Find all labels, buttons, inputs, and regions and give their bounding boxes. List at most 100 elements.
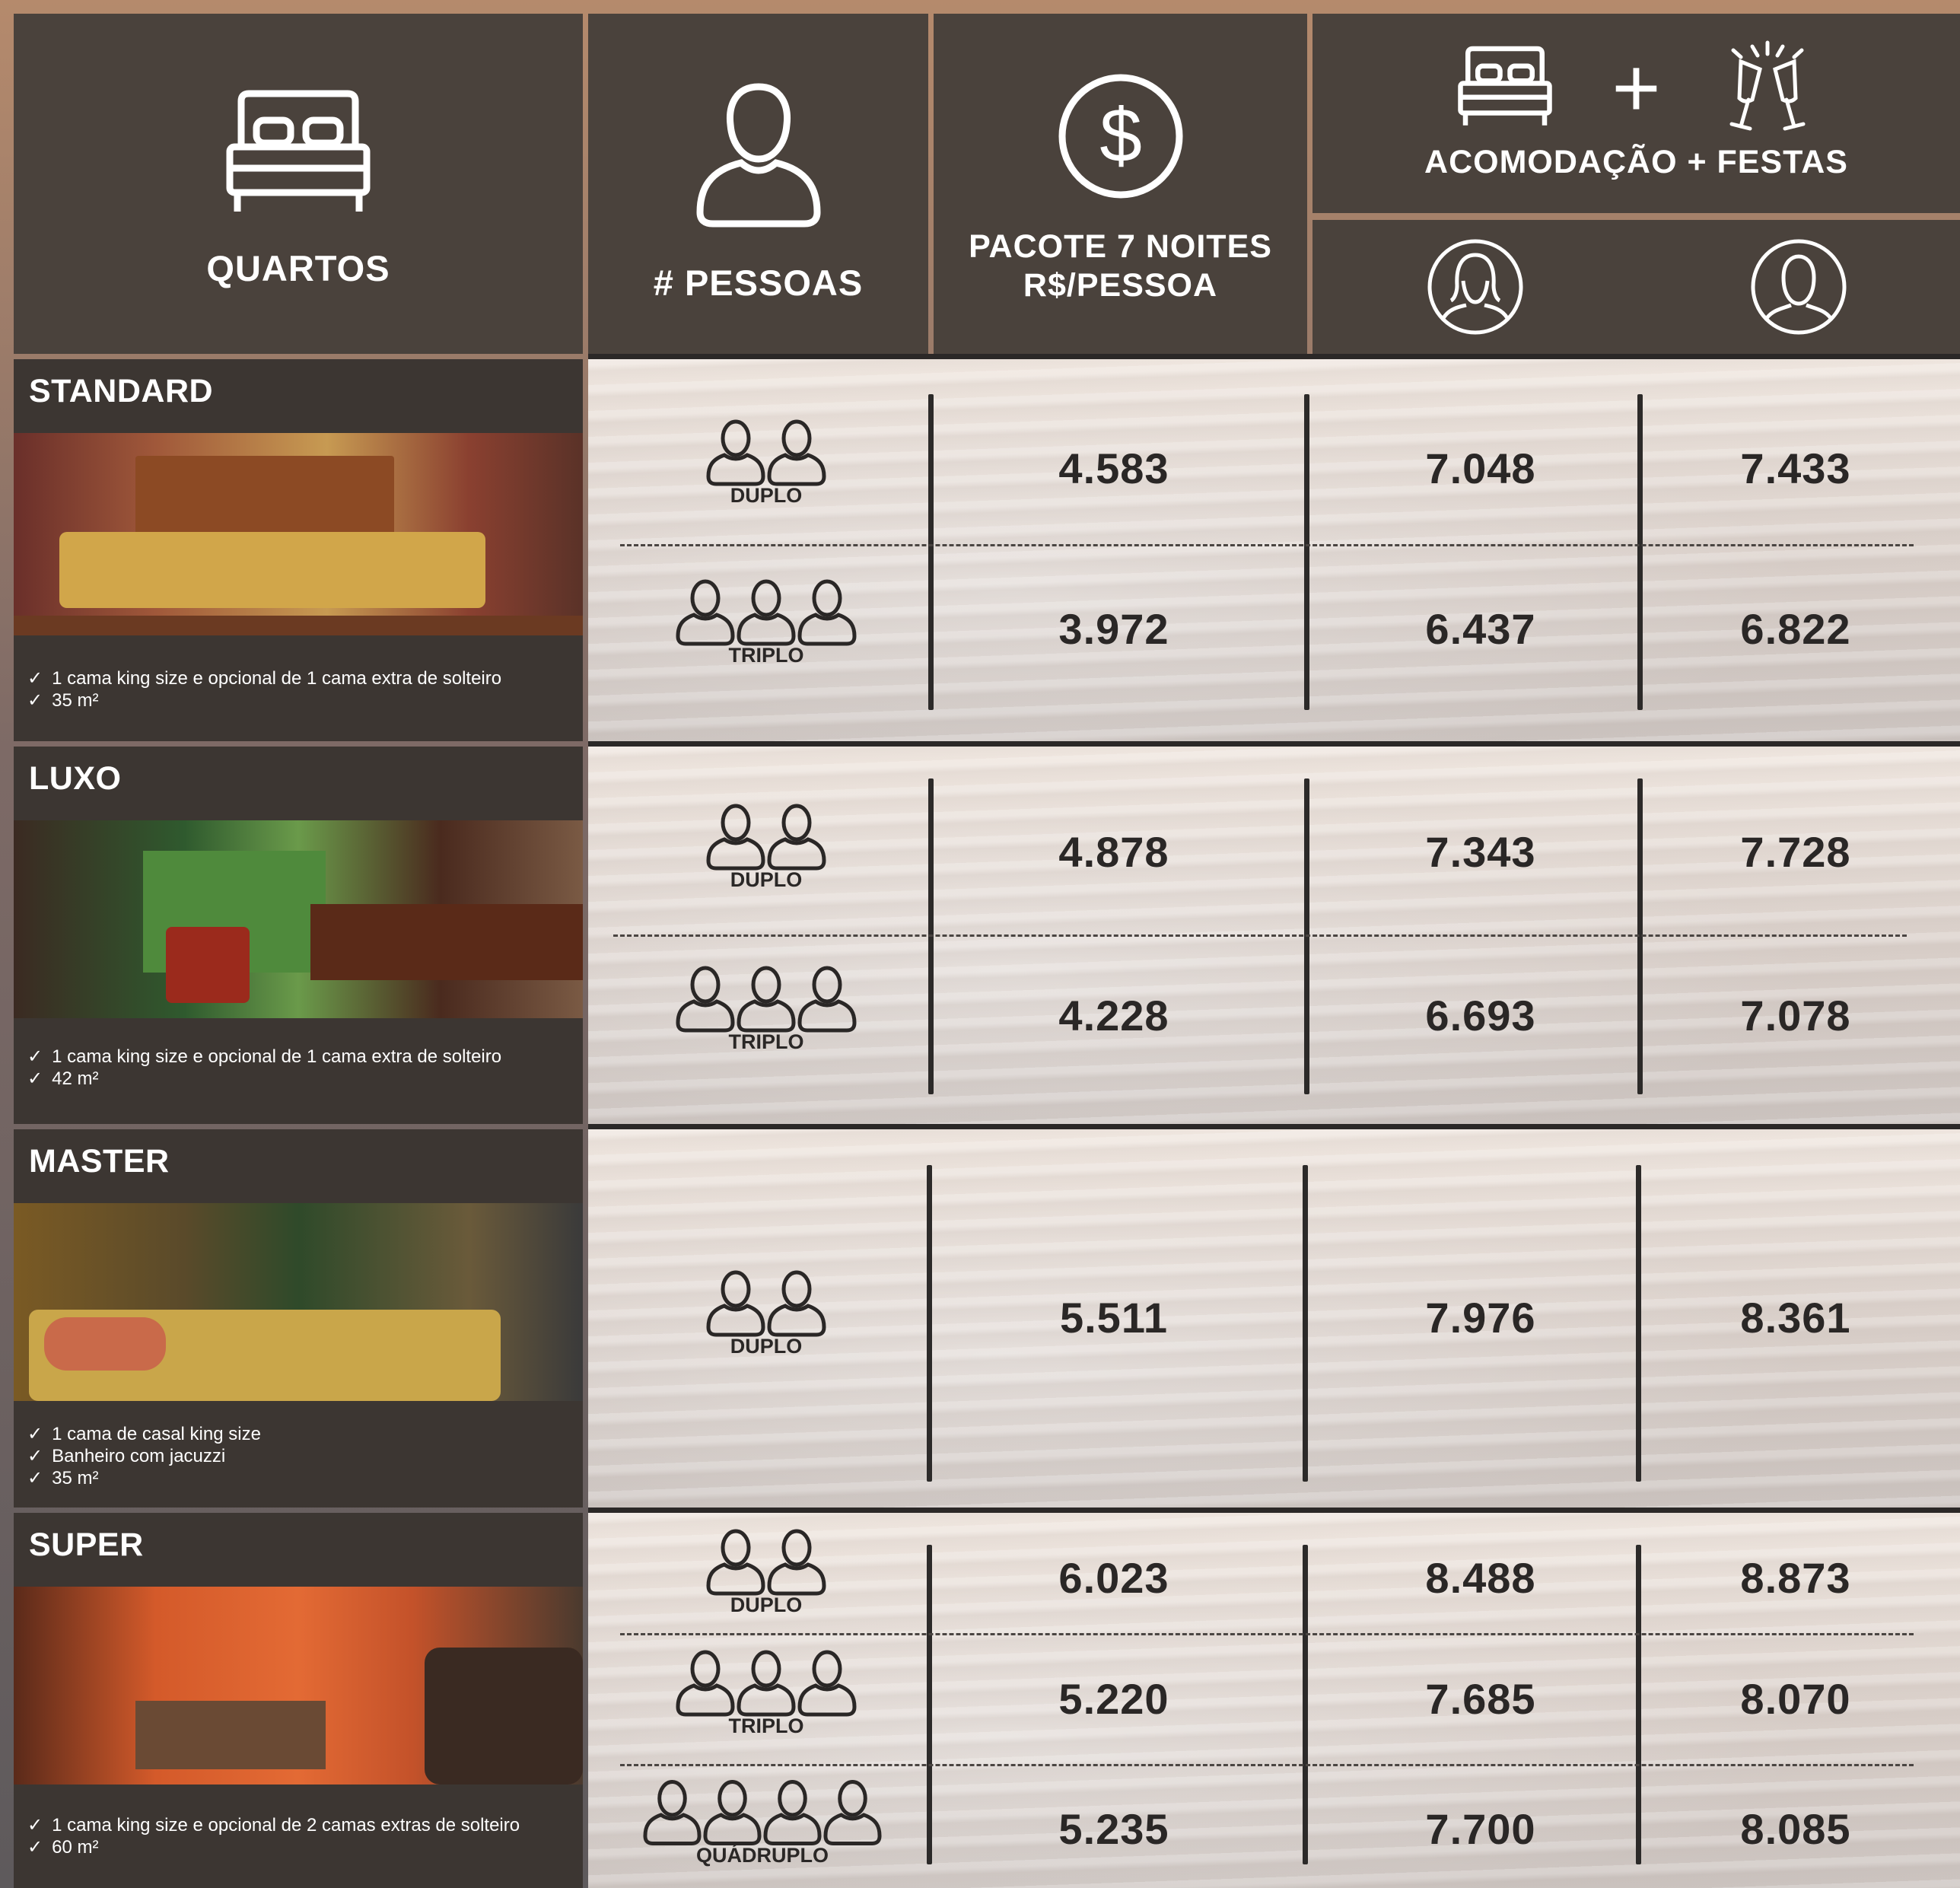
price-female: 7.976 [1425,1294,1536,1342]
room-card-luxo: LUXO 1 cama king size e opcional de 1 ca… [14,747,583,1124]
column-separator [1303,1545,1308,1864]
header-pacote: $ PACOTE 7 NOITES R$/PESSOA [934,14,1307,354]
occupancy-label: TRIPLO [728,1714,804,1737]
price-pacote: 6.023 [1058,1554,1169,1602]
room-photo-super [14,1587,583,1785]
occupancy-duplo: DUPLO [652,1269,880,1358]
room-card-super: SUPER 1 cama king size e opcional de 2 c… [14,1513,583,1888]
person-outline-icon [675,1649,858,1718]
price-female: 6.437 [1425,605,1536,653]
header-female [1312,220,1637,354]
occupancy-duplo: DUPLO [652,419,880,508]
header-pacote-line1: PACOTE 7 NOITES [969,228,1272,265]
header-acomodacao: + ACOMODAÇÃO + FESTAS [1312,14,1960,213]
price-female: 7.048 [1425,444,1536,492]
price-pacote: 4.878 [1058,828,1169,876]
column-separator [1303,1165,1308,1482]
room-photo-luxo [14,820,583,1018]
room-feature: 60 m² [27,1836,520,1858]
price-male: 7.728 [1740,828,1851,876]
room-feature: 35 m² [27,689,501,712]
price-female: 7.343 [1425,828,1536,876]
plus-icon: + [1612,40,1661,135]
occupancy-quadruplo: QUÁDRUPLO [641,1778,884,1867]
occupancy-label: TRIPLO [728,1030,804,1053]
room-name-master: MASTER [29,1143,170,1180]
price-male: 8.873 [1740,1554,1851,1602]
person-outline-icon [675,965,858,1033]
occupancy-label: DUPLO [730,868,803,891]
column-separator [1636,1545,1641,1864]
occupancy-triplo: TRIPLO [652,1649,880,1738]
price-pacote: 4.228 [1058,992,1169,1040]
occupancy-triplo: TRIPLO [652,965,880,1054]
row-dashed-divider [620,1764,1914,1766]
room-photo-master [14,1203,583,1401]
champagne-toast-icon [1729,40,1806,130]
price-female: 8.488 [1425,1554,1536,1602]
room-feature: 1 cama king size e opcional de 1 cama ex… [27,667,501,689]
room-name-standard: STANDARD [29,373,214,409]
header-pessoas: # PESSOAS [588,14,928,354]
header-quartos: QUARTOS [14,14,583,354]
header-pessoas-label: # PESSOAS [653,263,864,303]
occupancy-label: QUÁDRUPLO [696,1844,829,1867]
pricing-table: QUARTOS # PESSOAS $ PACOTE 7 NOITES R$/P… [0,0,1960,1888]
room-name-super: SUPER [29,1527,144,1563]
row-divider [588,1124,1960,1129]
room-features-master: 1 cama de casal king size Banheiro com j… [27,1423,261,1489]
price-female: 6.693 [1425,992,1536,1040]
room-card-standard: STANDARD 1 cama king size e opcional de … [14,359,583,741]
room-feature: 1 cama de casal king size [27,1423,261,1445]
row-divider [588,741,1960,747]
person-outline-icon [705,1269,827,1338]
price-male: 7.078 [1740,992,1851,1040]
room-feature: 42 m² [27,1068,501,1090]
bed-icon [1458,46,1553,126]
price-female: 7.700 [1425,1805,1536,1853]
price-band-standard [588,359,1960,741]
row-dashed-divider [620,544,1914,546]
person-outline-icon [642,1778,883,1847]
header-male [1637,220,1960,354]
occupancy-label: TRIPLO [728,644,804,667]
column-separator [927,1545,932,1864]
price-pacote: 5.235 [1058,1805,1169,1853]
dollar-coin-icon: $ [1058,74,1182,198]
occupancy-label: DUPLO [730,484,803,507]
price-male: 8.085 [1740,1805,1851,1853]
column-separator [1636,1165,1641,1482]
header-divider [588,354,1960,359]
person-outline-icon [705,1528,827,1597]
person-outline-icon [705,803,827,871]
price-pacote: 4.583 [1058,444,1169,492]
row-dashed-divider [620,1633,1914,1635]
occupancy-label: DUPLO [730,1593,803,1616]
female-avatar-icon [1427,239,1522,335]
room-name-luxo: LUXO [29,760,122,797]
column-separator [928,394,934,710]
price-pacote: 3.972 [1058,605,1169,653]
room-features-luxo: 1 cama king size e opcional de 1 cama ex… [27,1046,501,1090]
header-pacote-line2: R$/PESSOA [1023,266,1218,304]
svg-text:$: $ [1099,93,1142,178]
room-feature: Banheiro com jacuzzi [27,1445,261,1467]
column-separator [1637,394,1643,710]
price-pacote: 5.220 [1058,1675,1169,1723]
occupancy-duplo: DUPLO [652,803,880,892]
room-card-master: MASTER 1 cama de casal king size Banheir… [14,1129,583,1508]
price-male: 6.822 [1740,605,1851,653]
price-pacote: 5.511 [1059,1294,1169,1342]
room-features-standard: 1 cama king size e opcional de 1 cama ex… [27,667,501,712]
occupancy-triplo: TRIPLO [652,578,880,667]
person-icon [695,83,821,228]
header-acomodacao-label: ACOMODAÇÃO + FESTAS [1424,143,1848,180]
column-separator [1304,394,1309,710]
row-dashed-divider [613,934,1907,937]
price-male: 8.361 [1740,1294,1851,1342]
price-female: 7.685 [1425,1675,1536,1723]
row-divider [588,1508,1960,1513]
male-avatar-icon [1751,239,1847,335]
occupancy-duplo: DUPLO [652,1528,880,1617]
bed-icon [226,90,371,212]
